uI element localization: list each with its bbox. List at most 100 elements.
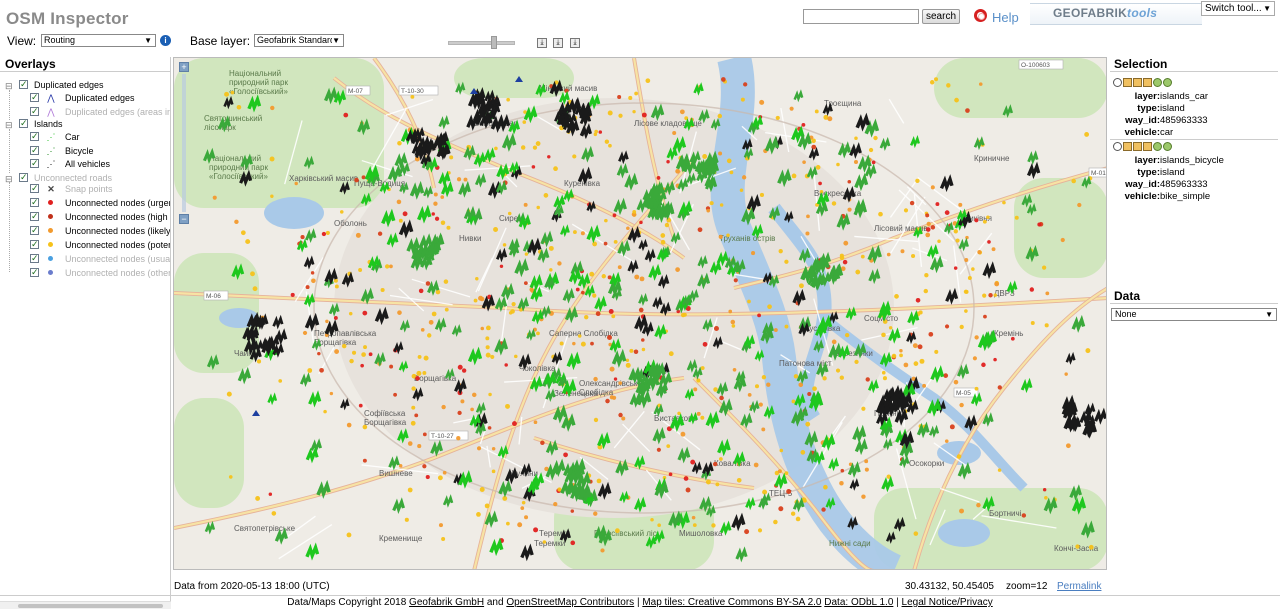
island-marker	[910, 135, 920, 149]
overlay-item-car[interactable]: ⋰ Car	[0, 130, 170, 144]
unconnected-node	[362, 424, 368, 430]
unconnected-node	[784, 259, 789, 264]
checkbox[interactable]	[19, 78, 28, 90]
josm-icon[interactable]	[1143, 78, 1152, 87]
baselayer-select[interactable]: Geofabrik Standard ▼	[254, 34, 344, 47]
unconnected-node	[842, 259, 848, 265]
unconnected-node	[705, 479, 711, 485]
zoom-to-icon[interactable]	[1163, 78, 1172, 87]
overlay-group-duplicated-edges[interactable]: ⊟ Duplicated edges	[0, 78, 170, 92]
magnifier-icon[interactable]	[1113, 142, 1122, 151]
unconnected-node	[607, 275, 612, 280]
magnifier-icon[interactable]	[1113, 78, 1122, 87]
checkbox[interactable]	[30, 105, 39, 117]
unconnected-node	[753, 462, 759, 468]
permalink[interactable]: Permalink	[1057, 581, 1101, 592]
checkbox[interactable]	[30, 210, 39, 222]
help-link[interactable]: Help	[992, 10, 1019, 25]
switch-tool-select[interactable]: Switch tool... ▼	[1201, 1, 1275, 16]
key-label: vehicle:	[1124, 127, 1160, 138]
collapse-icon[interactable]: ⊟	[5, 80, 13, 91]
map-place-label: Нижні сади	[829, 539, 871, 548]
island-marker	[899, 454, 910, 469]
overlay-item-duplicated-edges[interactable]: ⋀ Duplicated edges	[0, 91, 170, 105]
josm-icon[interactable]	[1123, 142, 1132, 151]
unconnected-node	[609, 366, 615, 372]
unconnected-node	[639, 276, 645, 282]
info-icon[interactable]: i	[160, 35, 171, 46]
osm-contributors-link[interactable]: OpenStreetMap Contributors	[506, 597, 634, 608]
josm-icon[interactable]	[1143, 142, 1152, 151]
map-canvas[interactable]: Національний природний парк «Голосіївський…	[173, 57, 1107, 570]
data-select[interactable]: None ▼	[1111, 308, 1277, 321]
collapse-icon[interactable]: ⊟	[5, 173, 13, 184]
overlay-item-bicycle[interactable]: ⋰ Bicycle	[0, 144, 170, 158]
unconnected-node	[878, 211, 883, 217]
unconnected-node	[731, 324, 736, 328]
zoom-to-icon[interactable]	[1153, 78, 1162, 87]
overlay-group-islands[interactable]: ⊟ Islands	[0, 117, 170, 131]
search-button[interactable]: search	[922, 9, 960, 24]
checkbox[interactable]	[30, 91, 39, 103]
unconnected-node	[864, 467, 869, 472]
checkbox[interactable]	[30, 196, 39, 208]
unconnected-node	[592, 293, 597, 298]
unconnected-node	[431, 311, 437, 317]
map-tool-icon[interactable]: ⤓	[553, 38, 563, 48]
unconnected-node	[799, 283, 804, 289]
overlay-item-unconnected-usually[interactable]: Unconnected nodes (usual	[0, 252, 170, 266]
checkbox[interactable]	[30, 238, 39, 250]
overlay-item-unconnected-potential[interactable]: Unconnected nodes (poter	[0, 238, 170, 252]
josm-icon[interactable]	[1123, 78, 1132, 87]
unconnected-node	[656, 176, 661, 180]
checkbox[interactable]	[30, 130, 39, 142]
zoom-to-icon[interactable]	[1153, 142, 1162, 151]
overlay-item-unconnected-urgent[interactable]: Unconnected nodes (urger	[0, 196, 170, 210]
map-tiles-license-link[interactable]: Map tiles: Creative Commons BY-SA 2.0	[642, 597, 821, 608]
overlay-item-unconnected-other[interactable]: Unconnected nodes (other	[0, 266, 170, 280]
checkbox[interactable]	[30, 266, 39, 278]
checkbox[interactable]	[19, 117, 28, 129]
data-license-link[interactable]: Data: ODbL 1.0	[824, 597, 893, 608]
checkbox[interactable]	[19, 171, 28, 183]
zoom-out-button[interactable]: −	[179, 214, 189, 224]
checkbox[interactable]	[30, 182, 39, 194]
overlay-item-unconnected-high[interactable]: Unconnected nodes (high	[0, 210, 170, 224]
unconnected-node	[548, 245, 554, 251]
map-tool-icon[interactable]: ⤓	[570, 38, 580, 48]
legal-notice-link[interactable]: Legal Notice/Privacy	[902, 597, 993, 608]
view-select[interactable]: Routing ▼	[41, 34, 156, 47]
map-layer[interactable]: Національний природний парк «Голосіївський…	[174, 58, 1107, 570]
unconnected-node	[791, 399, 796, 404]
search-input[interactable]	[803, 9, 919, 24]
zoom-slider-track[interactable]	[182, 74, 186, 212]
lifebuoy-icon[interactable]	[974, 9, 987, 22]
unconnected-node	[836, 162, 840, 167]
map-tool-icon[interactable]: ⤓	[537, 38, 547, 48]
geofabrik-link[interactable]: Geofabrik GmbH	[409, 597, 484, 608]
checkbox[interactable]	[30, 157, 39, 169]
unconnected-node	[726, 233, 730, 238]
opacity-slider-handle[interactable]	[491, 36, 497, 49]
unconnected-node	[693, 387, 698, 392]
zoom-in-button[interactable]: +	[179, 62, 189, 72]
checkbox[interactable]	[30, 252, 39, 264]
unconnected-node	[440, 195, 445, 199]
unconnected-node	[641, 347, 646, 352]
geofabrik-logo[interactable]: GEOFABRIKtools	[1053, 6, 1157, 20]
overlay-item-all-vehicles[interactable]: ⋰ All vehicles	[0, 157, 170, 171]
overlay-item-snap-points[interactable]: ✕ Snap points	[0, 182, 170, 196]
checkbox[interactable]	[30, 224, 39, 236]
zoom-to-icon[interactable]	[1163, 142, 1172, 151]
overlay-item-unconnected-likely[interactable]: Unconnected nodes (likely	[0, 224, 170, 238]
opacity-slider[interactable]	[448, 41, 515, 45]
unconnected-node	[672, 131, 677, 136]
collapse-icon[interactable]: ⊟	[5, 119, 13, 130]
unconnected-node	[779, 448, 784, 453]
josm-icon[interactable]	[1133, 142, 1142, 151]
unconnected-node	[1071, 178, 1076, 184]
checkbox[interactable]	[30, 144, 39, 156]
unconnected-node	[334, 349, 340, 354]
josm-icon[interactable]	[1133, 78, 1142, 87]
unconnected-node	[407, 441, 413, 446]
